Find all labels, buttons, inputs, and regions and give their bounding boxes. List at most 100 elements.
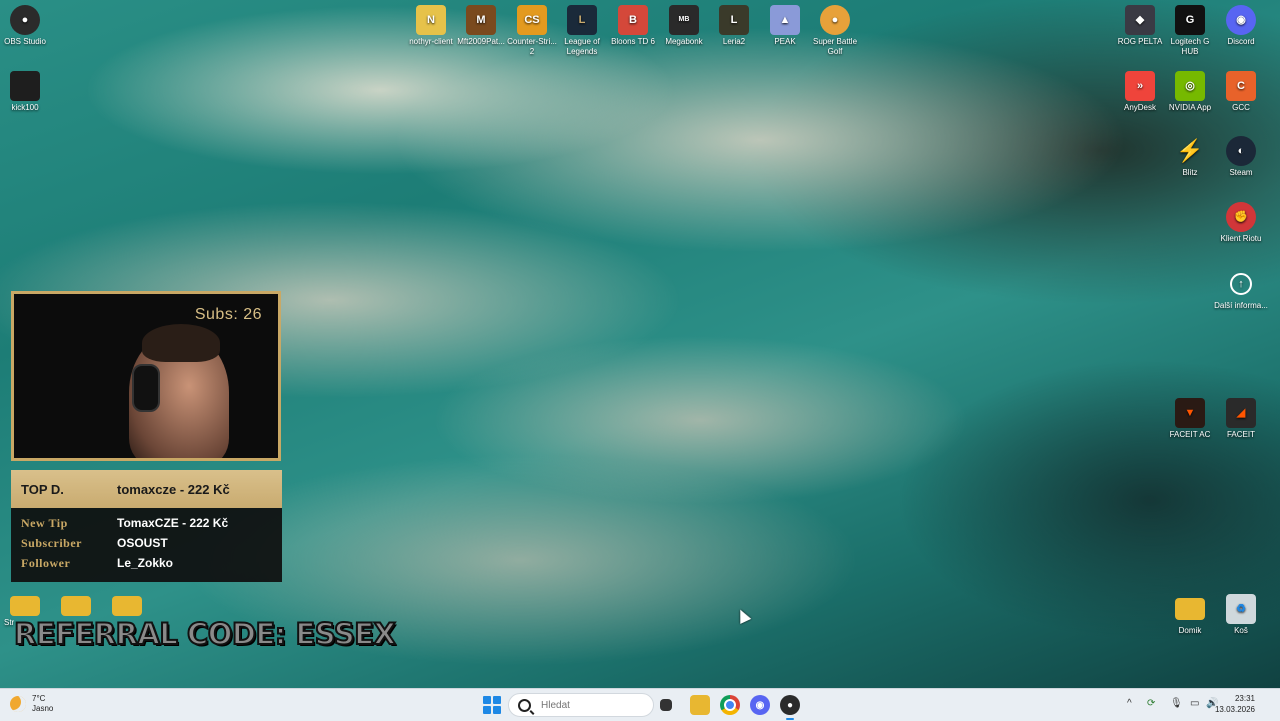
desktop-icon-logitech[interactable]: G Logitech G HUB bbox=[1162, 5, 1218, 57]
gcc-icon: C bbox=[1226, 71, 1256, 101]
desktop-icon-rog-pelta[interactable]: ◆ ROG PELTA bbox=[1112, 5, 1168, 47]
desktop-icon-obs-studio[interactable]: ● OBS Studio bbox=[0, 5, 53, 47]
desktop-icon-megabonk[interactable]: MB Megabonk bbox=[656, 5, 712, 47]
info-icon: ↑ bbox=[1230, 273, 1252, 295]
desktop-icon-label: Mft2009Pat... bbox=[457, 37, 505, 46]
chrome-button[interactable] bbox=[720, 695, 740, 715]
logitech-icon: G bbox=[1175, 5, 1205, 35]
desktop-icon-counter-strike[interactable]: CS Counter-Stri... 2 bbox=[504, 5, 560, 57]
mouse-cursor-icon bbox=[734, 607, 752, 624]
mafia-icon: M bbox=[466, 5, 496, 35]
desktop-icon-more-info[interactable]: ↑ Další informa... bbox=[1213, 268, 1269, 311]
desktop-icon-super-battle-golf[interactable]: ● Super Battle Golf bbox=[807, 5, 863, 57]
golf-icon: ● bbox=[820, 5, 850, 35]
rog-icon: ◆ bbox=[1125, 5, 1155, 35]
search-icon bbox=[518, 698, 531, 712]
discord-button[interactable]: ◉ bbox=[750, 695, 770, 715]
network-icon[interactable]: ▭ bbox=[1190, 698, 1199, 709]
desktop-icon-kick100[interactable]: kick100 bbox=[0, 71, 53, 113]
chrome-icon bbox=[724, 699, 736, 711]
subs-counter: Subs: 26 bbox=[194, 306, 262, 323]
clock-time: 23:31 bbox=[1234, 694, 1255, 703]
folder-icon bbox=[1175, 598, 1205, 620]
desktop-icon-nothyr-client[interactable]: N nothyr-client bbox=[403, 5, 459, 47]
desktop-icon-league[interactable]: L League of Legends bbox=[554, 5, 610, 57]
streamer-hair bbox=[142, 324, 220, 362]
folder-icon bbox=[61, 596, 91, 616]
desktop-icon-recycle-bin[interactable]: ♻ Koš bbox=[1213, 594, 1269, 636]
desktop-icon-mafia[interactable]: M Mft2009Pat... bbox=[453, 5, 509, 47]
obs-icon: ● bbox=[786, 699, 794, 711]
event-value: TomaxCZE - 222 Kč bbox=[117, 516, 229, 530]
desktop-icon-discord[interactable]: ◉ Discord bbox=[1213, 5, 1269, 47]
event-value: OSOUST bbox=[117, 536, 168, 550]
desktop-icon-domik[interactable]: Domik bbox=[1162, 594, 1218, 636]
event-label: New Tip bbox=[21, 515, 68, 530]
event-row-follower: Follower Le_Zokko bbox=[11, 553, 282, 573]
desktop-icon-nvidia[interactable]: ◎ NVIDIA App bbox=[1162, 71, 1218, 113]
desktop-icon-label: AnyDesk bbox=[1123, 103, 1156, 112]
desktop-icon-riot[interactable]: ✊ Klient Riotu bbox=[1213, 202, 1269, 244]
desktop-icon-faceit[interactable]: ◢ FACEIT bbox=[1213, 398, 1269, 440]
sync-icon[interactable]: ⟳ bbox=[1147, 698, 1155, 709]
taskbar: 7°C Jasno ◉ ● ^ ⟳ 🎙 ▭ 🔊 23:31 13.03.2026 bbox=[0, 688, 1280, 721]
recycle-bin-icon: ♻ bbox=[1226, 594, 1256, 624]
clock-date: 13.03.2026 bbox=[1214, 705, 1255, 714]
desktop-icon-label: FACEIT AC bbox=[1169, 430, 1211, 439]
folder-icon bbox=[10, 596, 40, 616]
desktop-icon-bloons[interactable]: B Bloons TD 6 bbox=[605, 5, 661, 47]
desktop-icon-folder[interactable] bbox=[99, 596, 155, 618]
desktop-icon-blitz[interactable]: ⚡ Blitz bbox=[1162, 136, 1218, 178]
top-donation-value: tomaxcze - 222 Kč bbox=[117, 481, 230, 497]
desktop-icon-folder[interactable] bbox=[48, 596, 104, 618]
start-button[interactable] bbox=[483, 696, 501, 714]
bloons-icon: B bbox=[618, 5, 648, 35]
desktop-icon-label: ROG PELTA bbox=[1117, 37, 1163, 46]
obs-button[interactable]: ● bbox=[780, 695, 800, 720]
desktop-icon-peak[interactable]: ▲ PEAK bbox=[757, 5, 813, 47]
moon-icon bbox=[10, 696, 26, 712]
desktop-icon-faceit-ac[interactable]: ▼ FACEIT AC bbox=[1162, 398, 1218, 440]
desktop-icon-label: League of Legends bbox=[564, 37, 600, 56]
file-explorer-button[interactable] bbox=[690, 695, 710, 715]
anydesk-icon: » bbox=[1125, 71, 1155, 101]
desktop-icon-label: Megabonk bbox=[665, 37, 703, 46]
search-input[interactable] bbox=[539, 698, 643, 712]
event-label: Subscriber bbox=[21, 535, 83, 550]
leria-icon: L bbox=[719, 5, 749, 35]
weather-condition: Jasno bbox=[32, 704, 54, 713]
desktop-icon-label: Super Battle Golf bbox=[812, 37, 858, 56]
desktop-icon-label: Bloons TD 6 bbox=[611, 37, 655, 46]
peak-icon: ▲ bbox=[770, 5, 800, 35]
desktop-icon-label: nothyr-client bbox=[409, 37, 453, 46]
desktop-icon-label: Logitech G HUB bbox=[1170, 37, 1210, 56]
league-icon: L bbox=[567, 5, 597, 35]
task-view-button[interactable] bbox=[660, 699, 672, 711]
desktop-icon-label: FACEIT bbox=[1226, 430, 1255, 439]
desktop-icon-steam[interactable]: ◐ Steam bbox=[1213, 136, 1269, 178]
desktop-icon-leria2[interactable]: L Leria2 bbox=[706, 5, 762, 47]
show-hidden-icons[interactable]: ^ bbox=[1127, 698, 1132, 709]
desktop-icon-label: PEAK bbox=[774, 37, 796, 46]
desktop-icon-label: OBS Studio bbox=[4, 37, 46, 46]
taskbar-search[interactable] bbox=[508, 693, 654, 717]
microphone-icon[interactable]: 🎙 bbox=[1170, 698, 1183, 709]
riot-icon: ✊ bbox=[1226, 202, 1256, 232]
desktop-icon-label: Leria2 bbox=[722, 37, 746, 46]
faceit-icon: ◢ bbox=[1226, 398, 1256, 428]
headphones-icon bbox=[132, 364, 160, 412]
nvidia-icon: ◎ bbox=[1175, 71, 1205, 101]
desktop-icon-label: Blitz bbox=[1182, 168, 1198, 177]
desktop-icon-gcc[interactable]: C GCC bbox=[1213, 71, 1269, 113]
weather-widget[interactable]: 7°C Jasno bbox=[10, 694, 53, 714]
blitz-icon: ⚡ bbox=[1176, 138, 1204, 163]
kick-icon bbox=[10, 71, 40, 101]
taskbar-clock[interactable]: 23:31 13.03.2026 bbox=[1215, 693, 1255, 715]
discord-icon: ◉ bbox=[1226, 5, 1256, 35]
top-donation-label: TOP D. bbox=[21, 481, 64, 497]
folder-icon bbox=[112, 596, 142, 616]
steam-icon: ◐ bbox=[1226, 136, 1256, 166]
desktop-icon-anydesk[interactable]: » AnyDesk bbox=[1112, 71, 1168, 113]
nothyr-icon: N bbox=[416, 5, 446, 35]
counter-strike-icon: CS bbox=[517, 5, 547, 35]
